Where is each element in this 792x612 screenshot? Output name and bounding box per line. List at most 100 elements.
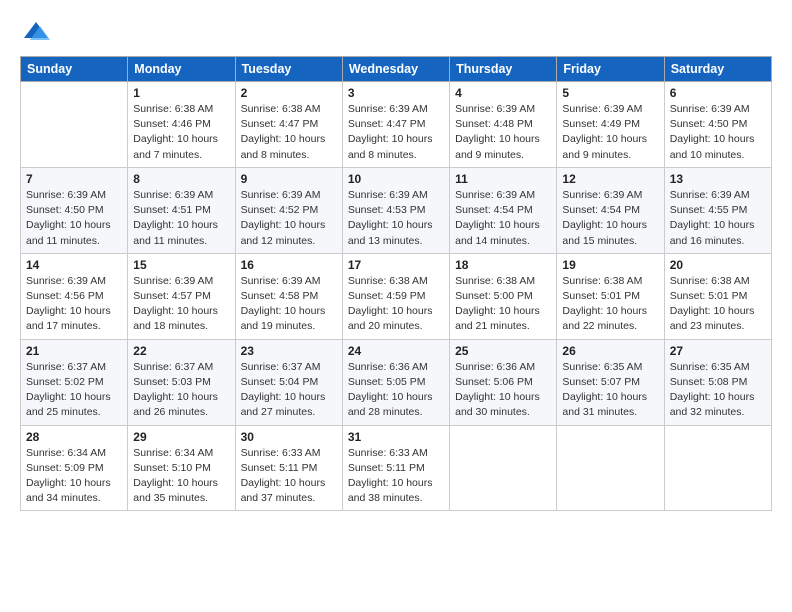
sunset-text: Sunset: 4:47 PM	[348, 118, 426, 130]
daylight-text: Daylight: 10 hours and 38 minutes.	[348, 477, 433, 504]
daylight-text: Daylight: 10 hours and 28 minutes.	[348, 391, 433, 418]
daylight-text: Daylight: 10 hours and 34 minutes.	[26, 477, 111, 504]
daylight-text: Daylight: 10 hours and 32 minutes.	[670, 391, 755, 418]
calendar-header-monday: Monday	[128, 57, 235, 82]
day-info: Sunrise: 6:38 AM Sunset: 4:46 PM Daylight:…	[133, 102, 229, 163]
sunrise-text: Sunrise: 6:37 AM	[133, 361, 213, 373]
sunset-text: Sunset: 5:08 PM	[670, 376, 748, 388]
calendar-cell: 3 Sunrise: 6:39 AM Sunset: 4:47 PM Daylight…	[342, 82, 449, 168]
day-info: Sunrise: 6:39 AMSunset: 4:58 PMDaylight:…	[241, 274, 337, 335]
logo	[20, 18, 50, 46]
calendar-week-1: 1Sunrise: 6:38 AMSunset: 4:46 PMDaylight…	[21, 82, 772, 168]
daylight-text: Daylight: 10 hours and 21 minutes.	[455, 305, 540, 332]
sunset-text: Sunset: 4:53 PM	[348, 204, 426, 216]
daylight-text: Daylight: 10 hours and 7 minutes.	[133, 133, 218, 160]
calendar-cell: 18 Sunrise: 6:38 AM Sunset: 5:00 PM Dayligh…	[450, 253, 557, 339]
calendar-cell: 4Sunrise: 6:39 AMSunset: 4:48 PMDaylight…	[450, 82, 557, 168]
sunrise-text: Sunrise: 6:39 AM	[26, 275, 106, 287]
daylight-text: Daylight: 10 hours and 15 minutes.	[562, 219, 647, 246]
daylight-text: Daylight: 10 hours and 13 minutes.	[348, 219, 433, 246]
sunset-text: Sunset: 5:01 PM	[670, 290, 748, 302]
sunrise-text: Sunrise: 6:39 AM	[348, 103, 428, 115]
day-info: Sunrise: 6:34 AMSunset: 5:10 PMDaylight:…	[133, 446, 229, 507]
day-info: Sunrise: 6:39 AMSunset: 4:51 PMDaylight:…	[133, 188, 229, 249]
sunrise-text: Sunrise: 6:38 AM	[133, 103, 213, 115]
daylight-text: Daylight: 10 hours and 17 minutes.	[26, 305, 111, 332]
calendar-cell: 11Sunrise: 6:39 AMSunset: 4:54 PMDayligh…	[450, 167, 557, 253]
day-info: Sunrise: 6:39 AMSunset: 4:52 PMDaylight:…	[241, 188, 337, 249]
sunrise-text: Sunrise: 6:37 AM	[241, 361, 321, 373]
sunset-text: Sunset: 4:52 PM	[241, 204, 319, 216]
calendar-cell: 28 Sunrise: 6:34 AMSunset: 5:09 PMDayligh…	[21, 425, 128, 511]
day-info: Sunrise: 6:37 AMSunset: 5:03 PMDaylight:…	[133, 360, 229, 421]
daylight-text: Daylight: 10 hours and 11 minutes.	[26, 219, 111, 246]
sunrise-text: Sunrise: 6:33 AM	[241, 447, 321, 459]
day-number: 29	[133, 430, 229, 444]
calendar-cell: 31Sunrise: 6:33 AMSunset: 5:11 PMDayligh…	[342, 425, 449, 511]
day-number: 6	[670, 86, 766, 100]
sunset-text: Sunset: 4:48 PM	[455, 118, 533, 130]
sunrise-text: Sunrise: 6:39 AM	[562, 103, 642, 115]
sunrise-text: Sunrise: 6:39 AM	[26, 189, 106, 201]
day-number: 22	[133, 344, 229, 358]
sunrise-text: Sunrise: 6:38 AM	[670, 275, 750, 287]
sunset-text: Sunset: 4:54 PM	[455, 204, 533, 216]
day-number: 3	[348, 86, 444, 100]
sunset-text: Sunset: 4:51 PM	[133, 204, 211, 216]
sunset-text: Sunset: 5:00 PM	[455, 290, 533, 302]
day-number: 28	[26, 430, 122, 444]
day-info: Sunrise: 6:38 AMSunset: 4:59 PMDaylight:…	[348, 274, 444, 335]
calendar-cell	[450, 425, 557, 511]
sunset-text: Sunset: 4:50 PM	[26, 204, 104, 216]
day-number: 10	[348, 172, 444, 186]
sunrise-text: Sunrise: 6:38 AM	[241, 103, 321, 115]
calendar-cell: 16Sunrise: 6:39 AMSunset: 4:58 PMDayligh…	[235, 253, 342, 339]
sunrise-text: Sunrise: 6:33 AM	[348, 447, 428, 459]
day-info: Sunrise: 6:37 AMSunset: 5:04 PMDaylight:…	[241, 360, 337, 421]
sunrise-text: Sunrise: 6:39 AM	[455, 189, 535, 201]
calendar-cell: 26Sunrise: 6:35 AMSunset: 5:07 PMDayligh…	[557, 339, 664, 425]
day-info: Sunrise: 6:39 AMSunset: 4:56 PMDaylight:…	[26, 274, 122, 335]
day-number: 23	[241, 344, 337, 358]
day-info: Sunrise: 6:33 AMSunset: 5:11 PMDaylight:…	[348, 446, 444, 507]
sunrise-text: Sunrise: 6:34 AM	[26, 447, 106, 459]
calendar-cell: 8Sunrise: 6:39 AMSunset: 4:51 PMDaylight…	[128, 167, 235, 253]
daylight-text: Daylight: 10 hours and 8 minutes.	[348, 133, 433, 160]
day-info: Sunrise: 6:39 AMSunset: 4:49 PMDaylight:…	[562, 102, 658, 163]
daylight-text: Daylight: 10 hours and 35 minutes.	[133, 477, 218, 504]
calendar-week-4: 21Sunrise: 6:37 AMSunset: 5:02 PMDayligh…	[21, 339, 772, 425]
daylight-text: Daylight: 10 hours and 26 minutes.	[133, 391, 218, 418]
sunrise-text: Sunrise: 6:38 AM	[455, 275, 535, 287]
sunset-text: Sunset: 4:46 PM	[133, 118, 211, 130]
day-info: Sunrise: 6:39 AMSunset: 4:57 PMDaylight:…	[133, 274, 229, 335]
sunrise-text: Sunrise: 6:37 AM	[26, 361, 106, 373]
daylight-text: Daylight: 10 hours and 30 minutes.	[455, 391, 540, 418]
day-number: 15	[133, 258, 229, 272]
calendar-cell: 21Sunrise: 6:37 AMSunset: 5:02 PMDayligh…	[21, 339, 128, 425]
calendar-cell: 25Sunrise: 6:36 AMSunset: 5:06 PMDayligh…	[450, 339, 557, 425]
calendar-header-sunday: Sunday	[21, 57, 128, 82]
day-number: 30	[241, 430, 337, 444]
sunset-text: Sunset: 4:57 PM	[133, 290, 211, 302]
calendar-cell: 24Sunrise: 6:36 AMSunset: 5:05 PMDayligh…	[342, 339, 449, 425]
day-info: Sunrise: 6:34 AMSunset: 5:09 PMDaylight:…	[26, 446, 122, 507]
day-info: Sunrise: 6:39 AM Sunset: 4:47 PM Daylight:…	[348, 102, 444, 163]
day-number: 18	[455, 258, 551, 272]
daylight-text: Daylight: 10 hours and 20 minutes.	[348, 305, 433, 332]
sunrise-text: Sunrise: 6:38 AM	[348, 275, 428, 287]
day-info: Sunrise: 6:38 AMSunset: 4:47 PMDaylight:…	[241, 102, 337, 163]
sunrise-text: Sunrise: 6:36 AM	[455, 361, 535, 373]
calendar-cell: 2Sunrise: 6:38 AMSunset: 4:47 PMDaylight…	[235, 82, 342, 168]
calendar-cell: 27Sunrise: 6:35 AMSunset: 5:08 PMDayligh…	[664, 339, 771, 425]
daylight-text: Daylight: 10 hours and 9 minutes.	[455, 133, 540, 160]
calendar-table: SundayMondayTuesdayWednesdayThursdayFrid…	[20, 56, 772, 511]
day-info: Sunrise: 6:39 AMSunset: 4:54 PMDaylight:…	[562, 188, 658, 249]
sunrise-text: Sunrise: 6:35 AM	[670, 361, 750, 373]
daylight-text: Daylight: 10 hours and 14 minutes.	[455, 219, 540, 246]
calendar-cell: 9Sunrise: 6:39 AMSunset: 4:52 PMDaylight…	[235, 167, 342, 253]
sunset-text: Sunset: 5:10 PM	[133, 462, 211, 474]
calendar-header-wednesday: Wednesday	[342, 57, 449, 82]
sunset-text: Sunset: 4:54 PM	[562, 204, 640, 216]
day-number: 26	[562, 344, 658, 358]
calendar-week-3: 14Sunrise: 6:39 AMSunset: 4:56 PMDayligh…	[21, 253, 772, 339]
